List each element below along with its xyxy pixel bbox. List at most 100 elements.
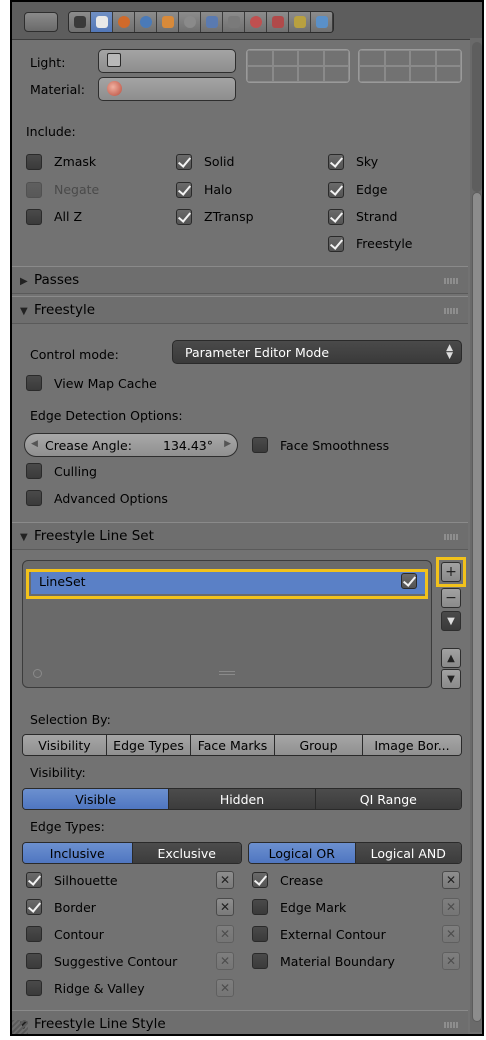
- halo-label: Halo: [204, 182, 233, 197]
- list-resize-grip-icon[interactable]: [219, 671, 235, 675]
- logic-mode-or[interactable]: Logical OR: [249, 843, 356, 863]
- scrollbar-upper: [472, 42, 482, 192]
- advanced-options-checkbox[interactable]: [26, 490, 42, 506]
- allz-checkbox[interactable]: [26, 209, 42, 225]
- linestyle-panel-header[interactable]: ▼ Freestyle Line Style: [12, 1010, 468, 1034]
- drag-grip-icon[interactable]: [444, 534, 458, 540]
- tab-texture[interactable]: [267, 12, 289, 32]
- external-contour-checkbox[interactable]: [252, 926, 268, 942]
- contour-checkbox[interactable]: [26, 926, 42, 942]
- select-by-face-marks-toggle[interactable]: Face Marks: [191, 735, 275, 755]
- silhouette-label: Silhouette: [54, 873, 118, 888]
- border-exclude-button[interactable]: ✕: [216, 898, 234, 916]
- area-resize-corner-icon[interactable]: [12, 1020, 28, 1034]
- scrollbar-thumb[interactable]: [472, 192, 482, 1022]
- world-icon: [139, 16, 152, 28]
- freestyle-checkbox[interactable]: [328, 236, 344, 252]
- exclude-x-icon: ✕: [219, 927, 231, 941]
- tab-modifiers[interactable]: [201, 12, 223, 32]
- select-by-group-toggle[interactable]: Group: [275, 735, 363, 755]
- tab-object[interactable]: [157, 12, 179, 32]
- tab-data[interactable]: [223, 12, 245, 32]
- editor-type-button[interactable]: [24, 12, 58, 32]
- edge-mode-inclusive[interactable]: Inclusive: [23, 843, 133, 863]
- contour-label: Contour: [54, 927, 104, 942]
- material-boundary-checkbox[interactable]: [252, 953, 268, 969]
- drag-grip-icon[interactable]: [444, 278, 458, 284]
- view-map-cache-checkbox[interactable]: [26, 375, 42, 391]
- passes-panel-header[interactable]: ▶ Passes: [12, 266, 468, 294]
- zmask-checkbox[interactable]: [26, 154, 42, 170]
- freestyle-panel-header[interactable]: ▼ Freestyle: [12, 296, 468, 324]
- tab-constraints[interactable]: [179, 12, 201, 32]
- suggestive-contour-exclude-button[interactable]: ✕: [216, 952, 234, 970]
- lineset-panel-header[interactable]: ▼ Freestyle Line Set: [12, 522, 468, 550]
- constraint-icon: [183, 16, 196, 28]
- ridge-valley-exclude-button[interactable]: ✕: [216, 979, 234, 997]
- silhouette-checkbox[interactable]: [26, 872, 42, 888]
- silhouette-exclude-button[interactable]: ✕: [216, 871, 234, 889]
- layer-grid-2[interactable]: [358, 49, 462, 83]
- border-checkbox[interactable]: [26, 899, 42, 915]
- crease-checkbox[interactable]: [252, 872, 268, 888]
- contour-exclude-button[interactable]: ✕: [216, 925, 234, 943]
- select-by-visibility-toggle[interactable]: Visibility: [23, 735, 107, 755]
- crease-exclude-button[interactable]: ✕: [442, 871, 460, 889]
- tab-render-layers[interactable]: [69, 12, 91, 32]
- filter-options-icon[interactable]: [33, 669, 42, 678]
- increment-arrow-icon[interactable]: ▶: [224, 439, 231, 449]
- lineset-specials-button[interactable]: ▼: [441, 611, 461, 631]
- visibility-visible-option[interactable]: Visible: [23, 789, 170, 809]
- visibility-qi-range-option[interactable]: QI Range: [315, 789, 461, 809]
- control-mode-dropdown[interactable]: Parameter Editor Mode ▲ ▼: [172, 340, 462, 364]
- freestyle-label: Freestyle: [356, 236, 413, 251]
- ztransp-checkbox[interactable]: [176, 209, 192, 225]
- tab-physics[interactable]: [311, 12, 333, 32]
- face-smoothness-checkbox[interactable]: [252, 437, 268, 453]
- negate-checkbox[interactable]: [26, 182, 42, 198]
- external-contour-exclude-button[interactable]: ✕: [442, 925, 460, 943]
- ridge-valley-checkbox[interactable]: [26, 980, 42, 996]
- remove-lineset-button[interactable]: −: [441, 588, 461, 608]
- edge-checkbox[interactable]: [328, 182, 344, 198]
- logic-mode-and[interactable]: Logical AND: [355, 843, 461, 863]
- strand-label: Strand: [356, 209, 398, 224]
- drag-grip-icon[interactable]: [444, 1022, 458, 1028]
- layer-grid-1[interactable]: [246, 49, 350, 83]
- minus-icon: −: [445, 590, 457, 606]
- tab-particles[interactable]: [289, 12, 311, 32]
- edge-mark-checkbox[interactable]: [252, 899, 268, 915]
- strand-checkbox[interactable]: [328, 209, 344, 225]
- material-label: Material:: [30, 82, 85, 97]
- material-field[interactable]: [98, 77, 236, 101]
- light-field[interactable]: [98, 49, 236, 73]
- halo-checkbox[interactable]: [176, 182, 192, 198]
- crease-angle-label: Crease Angle:: [45, 438, 132, 453]
- collapsed-triangle-icon: ▶: [20, 276, 28, 287]
- select-by-image-border-toggle[interactable]: Image Bor...: [363, 735, 461, 755]
- edge-mode-exclusive[interactable]: Exclusive: [132, 843, 241, 863]
- physics-icon: [315, 16, 328, 28]
- crease-angle-slider[interactable]: ◀ Crease Angle: 134.43° ▶: [24, 433, 238, 457]
- expanded-triangle-icon: ▼: [20, 306, 28, 317]
- tab-scene[interactable]: [113, 12, 135, 32]
- solid-checkbox[interactable]: [176, 154, 192, 170]
- material-boundary-label: Material Boundary: [280, 954, 395, 969]
- edge-detection-label: Edge Detection Options:: [30, 408, 183, 423]
- suggestive-contour-checkbox[interactable]: [26, 953, 42, 969]
- sky-checkbox[interactable]: [328, 154, 344, 170]
- material-boundary-exclude-button[interactable]: ✕: [442, 952, 460, 970]
- tab-world[interactable]: [135, 12, 157, 32]
- decrement-arrow-icon[interactable]: ◀: [31, 439, 38, 449]
- visibility-hidden-option[interactable]: Hidden: [169, 789, 316, 809]
- particles-icon: [293, 16, 306, 28]
- edge-mark-exclude-button[interactable]: ✕: [442, 898, 460, 916]
- culling-checkbox[interactable]: [26, 463, 42, 479]
- tab-material[interactable]: [245, 12, 267, 32]
- move-down-button[interactable]: ▼: [441, 669, 461, 689]
- move-up-button[interactable]: ▲: [441, 648, 461, 668]
- drag-grip-icon[interactable]: [444, 308, 458, 314]
- tab-render-layer[interactable]: [91, 12, 113, 32]
- chevron-up-icon: ▲: [447, 652, 455, 664]
- select-by-edge-types-toggle[interactable]: Edge Types: [107, 735, 191, 755]
